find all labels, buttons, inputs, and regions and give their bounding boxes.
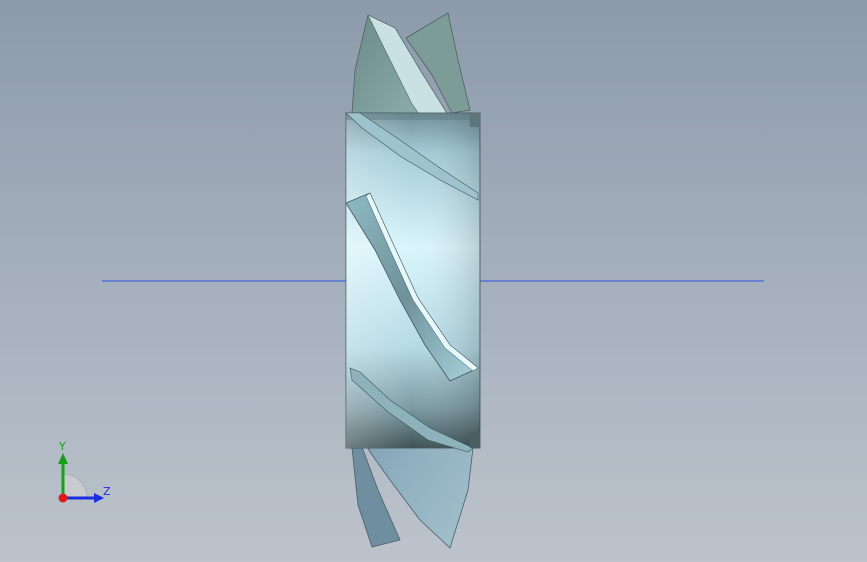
hub-notch-bottom xyxy=(470,432,480,448)
axis-y-label: Y xyxy=(59,440,66,453)
triad-quadrant xyxy=(62,473,88,499)
triad-x-axis xyxy=(58,493,68,503)
axis-z-label: Z xyxy=(103,485,111,498)
hub-notch-top xyxy=(470,113,480,127)
triad-y-arrow xyxy=(58,453,68,464)
graphics-viewport[interactable]: Y Z xyxy=(0,0,867,562)
model-view[interactable] xyxy=(0,0,867,562)
orientation-triad[interactable]: Y Z xyxy=(40,436,120,516)
triad-graphic xyxy=(58,453,104,503)
